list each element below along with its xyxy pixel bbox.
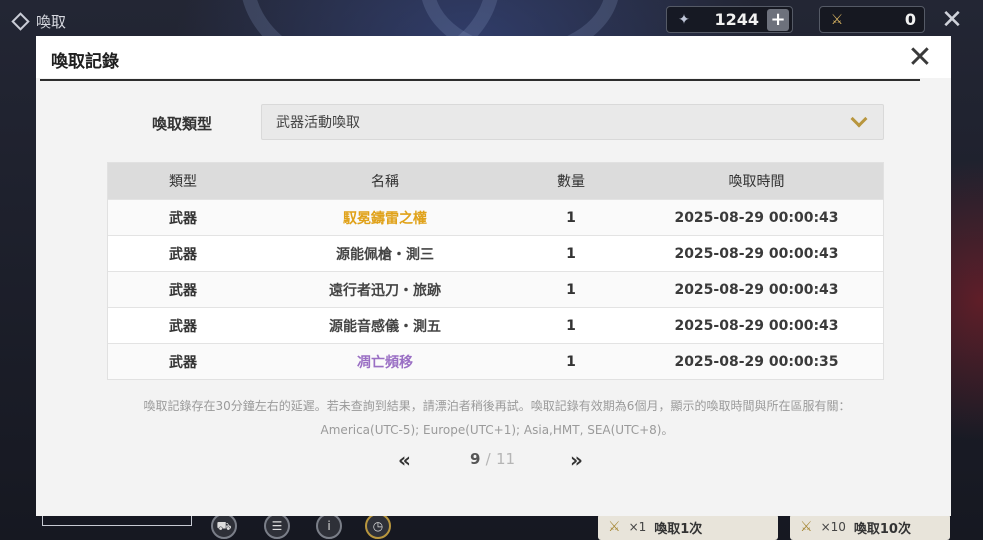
page-current: 9 [470,450,481,468]
draw-label: 喚取1次 [654,521,703,537]
info-icon[interactable]: i [316,513,342,539]
pagination: « 9 / 11 » [396,448,596,472]
cell-qty: 1 [566,317,576,334]
notice-line: 喚取記錄存在30分鐘左右的延遲。若未查詢到結果，請漂泊者稍後再試。喚取記錄有效期… [143,399,851,413]
type-label: 喚取類型 [152,115,213,133]
cell-time: 2025-08-29 00:00:35 [674,353,839,370]
header-qty: 數量 [557,174,585,190]
cell-name: 凋亡頻移 [357,354,413,371]
close-icon[interactable]: ✕ [906,43,934,73]
modal-header: 喚取記錄 ✕ [36,36,951,78]
cell-qty: 1 [566,353,576,370]
notice-line: America(UTC-5); Europe(UTC+1); Asia,HMT,… [320,423,674,437]
draw-label: 喚取10次 [853,521,911,537]
cell-type: 武器 [169,282,197,299]
cell-qty: 1 [566,281,576,298]
table-row: 武器 源能佩槍・測三 1 2025-08-29 00:00:43 [108,235,883,271]
weapon-pass-icon: ⚔ [830,11,844,28]
type-select-value: 武器活動喚取 [276,115,360,131]
cell-time: 2025-08-29 00:00:43 [674,245,839,262]
convene-history-modal: 喚取記錄 ✕ 喚取類型 武器活動喚取 類型 名稱 數量 喚取時間 武器 馭冕鑄雷之… [36,36,951,516]
convene-type-select[interactable]: 武器活動喚取 [261,104,884,140]
header-type: 類型 [169,174,197,190]
cell-time: 2025-08-29 00:00:43 [674,209,839,226]
page-total: 11 [495,450,516,468]
cell-name: 源能佩槍・測三 [336,246,434,263]
modal-title: 喚取記錄 [51,52,119,72]
details-icon[interactable]: ☰ [264,513,290,539]
weapon-pass-icon: ⚔ [608,519,621,535]
convene-ten-button[interactable]: ⚔ ×10 喚取10次 [790,514,950,540]
table-header: 類型 名稱 數量 喚取時間 [108,163,883,199]
page-indicator: 9 / 11 [470,450,515,468]
cell-qty: 1 [566,245,576,262]
cell-name: 源能音感儀・測五 [329,318,441,335]
currency-weapon-pass: ⚔ 0 [819,6,925,33]
table-row: 武器 源能音感儀・測五 1 2025-08-29 00:00:43 [108,307,883,343]
table-row: 武器 馭冕鑄雷之權 1 2025-08-29 00:00:43 [108,199,883,235]
cell-name: 遠行者迅刀・旅跡 [329,282,441,299]
header-divider [40,79,920,81]
table-row: 武器 遠行者迅刀・旅跡 1 2025-08-29 00:00:43 [108,271,883,307]
delay-notice: 喚取記錄存在30分鐘左右的延遲。若未查詢到結果，請漂泊者稍後再試。喚取記錄有效期… [102,394,892,442]
currency-value: 0 [904,10,916,29]
cell-time: 2025-08-29 00:00:43 [674,281,839,298]
history-icon[interactable]: ◷ [365,513,391,539]
convene-once-button[interactable]: ⚔ ×1 喚取1次 [598,514,778,540]
cell-type: 武器 [169,210,197,227]
screen-title: 喚取 [11,11,67,32]
cell-time: 2025-08-29 00:00:43 [674,317,839,334]
currency-value: 1244 [714,10,759,29]
screen-title-text: 喚取 [36,13,67,31]
star-pass-icon: ✦ [678,11,690,28]
convene-icon [11,12,30,31]
cell-type: 武器 [169,354,197,371]
next-page-icon[interactable]: » [570,448,583,472]
header-name: 名稱 [371,174,399,190]
chevron-down-icon [850,110,868,128]
first-page-icon[interactable]: « [398,448,411,472]
records-table: 類型 名稱 數量 喚取時間 武器 馭冕鑄雷之權 1 2025-08-29 00:00:… [107,162,884,380]
weapon-pass-icon: ⚔ [800,519,813,535]
page-separator: / [485,450,491,468]
cell-type: 武器 [169,246,197,263]
shop-icon[interactable]: ⛟ [211,513,237,539]
cell-qty: 1 [566,209,576,226]
draw-multiplier: ×10 [820,520,846,534]
table-row: 武器 凋亡頻移 1 2025-08-29 00:00:35 [108,343,883,379]
cell-name: 馭冕鑄雷之權 [343,210,427,227]
header-time: 喚取時間 [728,174,785,190]
currency-star-pass: ✦ 1244 + [666,6,793,33]
cell-type: 武器 [169,318,197,335]
draw-multiplier: ×1 [628,520,647,534]
close-screen-icon[interactable]: ✕ [938,6,966,34]
add-currency-button[interactable]: + [767,8,789,31]
